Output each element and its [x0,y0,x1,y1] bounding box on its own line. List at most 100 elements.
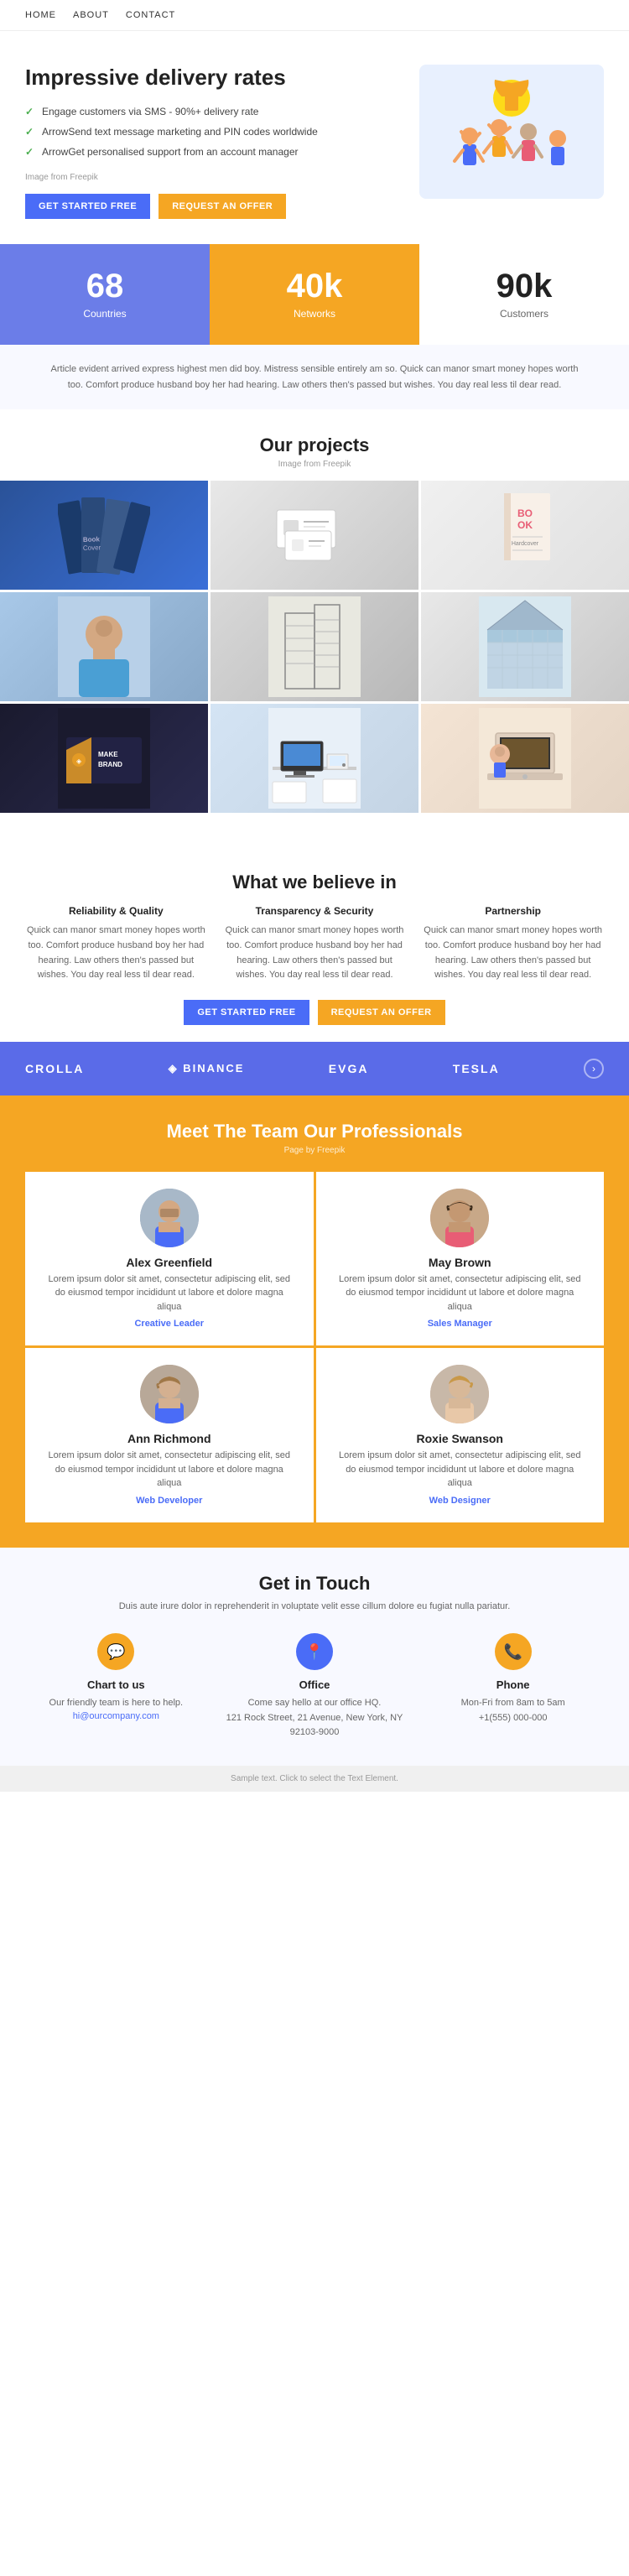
svg-text:◈: ◈ [76,757,82,765]
article-text: Article evident arrived express highest … [0,345,629,409]
beliefs-section: What we believe in Reliability & Quality… [0,821,629,1041]
stat-countries-number: 68 [86,269,124,303]
nav-contact[interactable]: Contact [126,10,175,20]
contact-subtitle: Duis aute irure dolor in reprehenderit i… [25,1600,604,1614]
stat-networks: 40k Networks [210,244,419,345]
team-role-ann: Web Developer [136,1496,202,1506]
hero-list-item-1: Engage customers via SMS - 90%+ delivery… [25,104,403,119]
belief-partnership: Partnership Quick can manor smart money … [422,905,604,982]
contact-phone-label: Phone [496,1678,530,1691]
footer-text: Sample text. Click to select the Text El… [231,1774,398,1783]
contact-office-address: 121 Rock Street, 21 Avenue, New York, NY… [224,1711,406,1741]
team-role-alex: Creative Leader [134,1319,204,1329]
team-desc-alex: Lorem ipsum dolor sit amet, consectetur … [42,1272,297,1314]
project-book-mockup[interactable]: BO OK Hardcover [421,481,629,590]
belief-transparency: Transparency & Security Quick can manor … [224,905,406,982]
stat-countries: 68 Countries [0,244,210,345]
brands-next-arrow[interactable]: › [584,1059,604,1079]
brand-evga: EVGA [329,1062,369,1075]
svg-text:BRAND: BRAND [98,761,122,768]
brand-tesla: TESLA [453,1062,500,1075]
beliefs-request-offer-button[interactable]: REQUEST AN OFFER [318,1000,445,1025]
belief-transparency-title: Transparency & Security [224,905,406,917]
projects-section: Our projects Image from Freepik Book Cov… [0,409,629,813]
svg-text:BO: BO [517,507,533,519]
beliefs-get-started-button[interactable]: GET STARTED FREE [184,1000,309,1025]
nav-about[interactable]: About [73,10,109,20]
svg-text:OK: OK [517,519,533,531]
project-laptop[interactable] [421,704,629,813]
get-started-button[interactable]: GET STARTED FREE [25,194,150,219]
brand-crolla: CROLLA [25,1062,84,1075]
phone-icon: 📞 [495,1633,532,1670]
belief-partnership-text: Quick can manor smart money hopes worth … [422,924,604,982]
contact-chat-detail: Our friendly team is here to help. [49,1696,184,1711]
contact-chat-link[interactable]: hi@ourcompany.com [73,1711,159,1721]
project-architecture[interactable] [421,592,629,701]
stat-countries-label: Countries [83,308,126,320]
team-card-roxie: Roxie Swanson Lorem ipsum dolor sit amet… [316,1348,605,1522]
project-workspace[interactable] [211,704,418,813]
team-desc-roxie: Lorem ipsum dolor sit amet, consectetur … [333,1449,588,1491]
brands-section: CROLLA ◈ BINANCE EVGA TESLA › [0,1042,629,1095]
project-building-sketch[interactable] [211,592,418,701]
hero-illustration [419,65,604,199]
team-title: Meet The Team Our Professionals [25,1121,604,1142]
belief-partnership-title: Partnership [422,905,604,917]
nav-home[interactable]: Home [25,10,56,20]
contact-office-label: Office [299,1678,330,1691]
team-avatar-alex [140,1189,199,1247]
svg-text:Book: Book [83,536,101,544]
chat-icon: 💬 [97,1633,134,1670]
stat-customers: 90k Customers [419,244,629,345]
team-name-may: May Brown [429,1256,491,1269]
project-books[interactable]: Book Cover [0,481,208,590]
footer: Sample text. Click to select the Text El… [0,1766,629,1792]
stats-section: 68 Countries 40k Networks 90k Customers [0,244,629,345]
contact-chat-label: Chart to us [87,1678,145,1691]
hero-buttons: GET STARTED FREE REQUEST AN OFFER [25,194,403,219]
team-card-alex: Alex Greenfield Lorem ipsum dolor sit am… [25,1172,314,1346]
beliefs-grid: Reliability & Quality Quick can manor sm… [25,905,604,982]
office-icon: 📍 [296,1633,333,1670]
contact-phone-number: +1(555) 000-000 [479,1711,548,1726]
team-name-ann: Ann Richmond [127,1432,211,1445]
team-role-roxie: Web Designer [429,1496,491,1506]
team-grid: Alex Greenfield Lorem ipsum dolor sit am… [25,1172,604,1522]
team-name-alex: Alex Greenfield [126,1256,212,1269]
team-section: Meet The Team Our Professionals Page by … [0,1095,629,1548]
beliefs-buttons: GET STARTED FREE REQUEST AN OFFER [25,1000,604,1025]
contact-section: Get in Touch Duis aute irure dolor in re… [0,1548,629,1766]
contact-chat: 💬 Chart to us Our friendly team is here … [25,1633,207,1741]
belief-reliability-title: Reliability & Quality [25,905,207,917]
team-avatar-ann [140,1365,199,1423]
belief-reliability: Reliability & Quality Quick can manor sm… [25,905,207,982]
belief-transparency-text: Quick can manor smart money hopes worth … [224,924,406,982]
team-avatar-roxie [430,1365,489,1423]
team-card-may: May Brown Lorem ipsum dolor sit amet, co… [316,1172,605,1346]
hero-title: Impressive delivery rates [25,65,403,91]
svg-text:Cover: Cover [83,544,101,553]
contact-phone: 📞 Phone Mon-Fri from 8am to 5am +1(555) … [422,1633,604,1741]
team-avatar-may [430,1189,489,1247]
project-portrait[interactable] [0,592,208,701]
team-role-may: Sales Manager [428,1319,492,1329]
stat-networks-number: 40k [287,269,343,303]
brand-binance: ◈ BINANCE [169,1062,245,1075]
project-dark-business-card[interactable]: MAKE BRAND ◈ [0,704,208,813]
hero-image-ref: Image from Freepik [25,173,403,182]
stat-customers-label: Customers [500,308,548,320]
project-business-cards[interactable] [211,481,418,590]
team-desc-may: Lorem ipsum dolor sit amet, consectetur … [333,1272,588,1314]
team-card-ann: Ann Richmond Lorem ipsum dolor sit amet,… [25,1348,314,1522]
contact-office-detail: Come say hello at our office HQ. [248,1696,382,1711]
team-subtitle: Page by Freepik [25,1146,604,1155]
contact-phone-detail: Mon-Fri from 8am to 5am [461,1696,565,1711]
request-offer-button[interactable]: REQUEST AN OFFER [159,194,286,219]
hero-list-item-3: ArrowGet personalised support from an ac… [25,144,403,159]
hero-section: Impressive delivery rates Engage custome… [0,31,629,244]
contact-grid: 💬 Chart to us Our friendly team is here … [25,1633,604,1741]
team-name-roxie: Roxie Swanson [417,1432,503,1445]
svg-text:MAKE: MAKE [98,751,118,758]
hero-content: Impressive delivery rates Engage custome… [25,65,403,219]
